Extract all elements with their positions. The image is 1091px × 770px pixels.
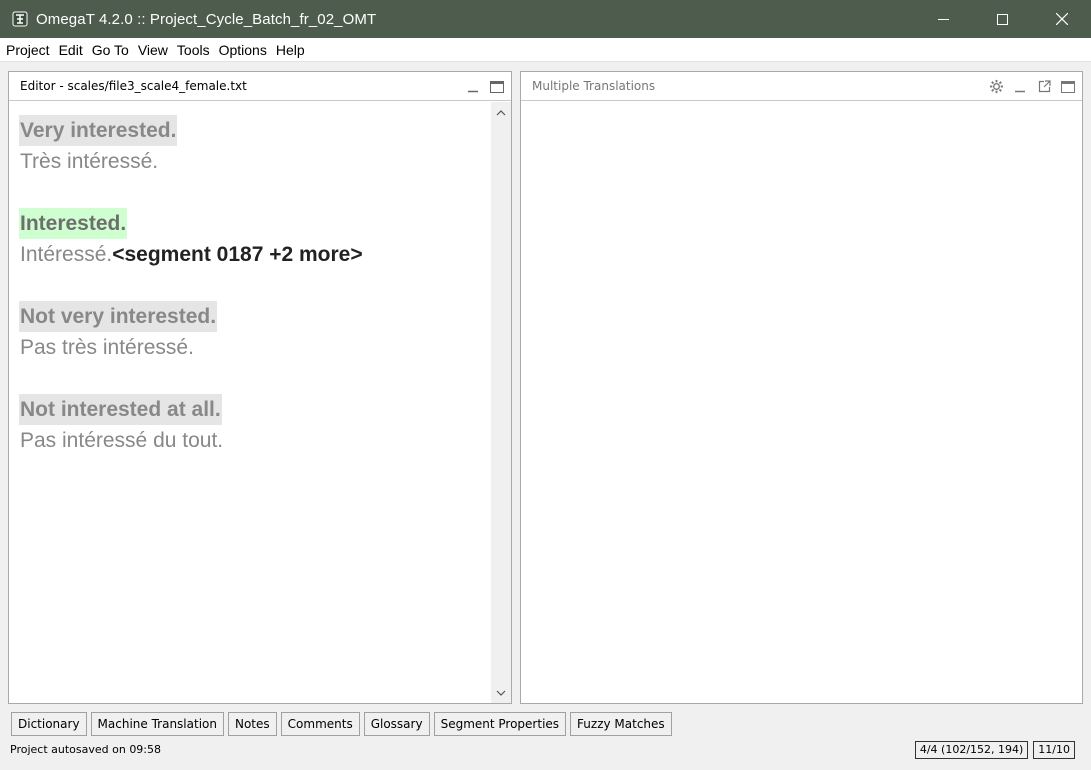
menu-view[interactable]: View	[134, 38, 172, 62]
character-count-indicator: 11/10	[1033, 741, 1075, 759]
segment-source: Not very interested.	[19, 301, 218, 332]
editor-header-icons	[465, 72, 505, 101]
menu-go-to[interactable]: Go To	[88, 38, 133, 62]
segment-target[interactable]: Pas intéressé du tout.	[19, 425, 491, 456]
maximize-button[interactable]	[973, 0, 1032, 38]
editor-panel: Editor - scales/file3_scale4_female.txt …	[8, 71, 512, 704]
editor-header: Editor - scales/file3_scale4_female.txt	[9, 72, 511, 101]
segment-target[interactable]: Très intéressé.	[19, 146, 491, 177]
segment-target-active[interactable]: Intéressé.<segment 0187 +2 more>	[19, 239, 491, 270]
segment-target[interactable]: Pas très intéressé.	[19, 332, 491, 363]
editor-content[interactable]: Very interested. Très intéressé. Interes…	[9, 102, 491, 703]
window-title: OmegaT 4.2.0 :: Project_Cycle_Batch_fr_0…	[36, 10, 377, 28]
menu-bar: Project Edit Go To View Tools Options He…	[0, 38, 1091, 62]
segment-target-text[interactable]: Intéressé.	[20, 243, 112, 266]
segment-source: Very interested.	[19, 115, 178, 146]
omegat-app-icon	[12, 11, 28, 27]
menu-project[interactable]: Project	[2, 38, 54, 62]
multiple-translations-title: Multiple Translations	[532, 79, 656, 93]
title-bar: OmegaT 4.2.0 :: Project_Cycle_Batch_fr_0…	[0, 0, 1091, 38]
maximize-panel-icon[interactable]	[1060, 79, 1076, 95]
minimize-panel-icon[interactable]	[465, 79, 481, 95]
minimize-panel-icon[interactable]	[1012, 79, 1028, 95]
maximize-icon	[997, 13, 1008, 25]
segment-2-active[interactable]: Interested. Intéressé.<segment 0187 +2 m…	[19, 208, 491, 270]
segment-1[interactable]: Very interested. Très intéressé.	[19, 115, 491, 177]
tab-machine-translation[interactable]: Machine Translation	[90, 712, 224, 736]
close-button[interactable]	[1032, 0, 1091, 38]
minimize-button[interactable]	[914, 0, 973, 38]
status-message: Project autosaved on 09:58	[10, 743, 162, 756]
progress-indicator: 4/4 (102/152, 194)	[914, 741, 1029, 759]
window-controls	[914, 0, 1091, 38]
multiple-translations-header-icons	[988, 72, 1076, 101]
tab-fuzzy-matches[interactable]: Fuzzy Matches	[570, 712, 672, 736]
segment-marker-tag: <segment 0187 +2 more>	[112, 243, 363, 266]
status-indicators: 4/4 (102/152, 194) 11/10	[914, 741, 1075, 759]
bottom-tabs: Dictionary Machine Translation Notes Com…	[11, 712, 672, 736]
menu-options[interactable]: Options	[215, 38, 271, 62]
minimize-icon	[938, 18, 949, 20]
tab-comments[interactable]: Comments	[280, 712, 360, 736]
tab-segment-properties[interactable]: Segment Properties	[433, 712, 567, 736]
undock-panel-icon[interactable]	[1036, 79, 1052, 95]
segment-4[interactable]: Not interested at all. Pas intéressé du …	[19, 394, 491, 456]
tab-notes[interactable]: Notes	[227, 712, 277, 736]
editor-title: Editor - scales/file3_scale4_female.txt	[20, 79, 247, 93]
menu-help[interactable]: Help	[272, 38, 309, 62]
maximize-panel-icon[interactable]	[489, 79, 505, 95]
close-icon	[1055, 13, 1068, 25]
menu-edit[interactable]: Edit	[55, 38, 87, 62]
tab-dictionary[interactable]: Dictionary	[11, 712, 87, 736]
editor-scrollbar[interactable]	[491, 102, 511, 703]
scroll-up-arrow-icon[interactable]	[491, 104, 511, 121]
segment-3[interactable]: Not very interested. Pas très intéressé.	[19, 301, 491, 363]
segment-source-active: Interested.	[19, 208, 128, 239]
multiple-translations-header: Multiple Translations	[521, 72, 1082, 101]
scroll-down-arrow-icon[interactable]	[491, 684, 511, 701]
menu-tools[interactable]: Tools	[173, 38, 214, 62]
gear-icon[interactable]	[988, 79, 1004, 95]
multiple-translations-panel: Multiple Translations	[520, 71, 1083, 704]
tab-glossary[interactable]: Glossary	[363, 712, 430, 736]
segment-source: Not interested at all.	[19, 394, 222, 425]
